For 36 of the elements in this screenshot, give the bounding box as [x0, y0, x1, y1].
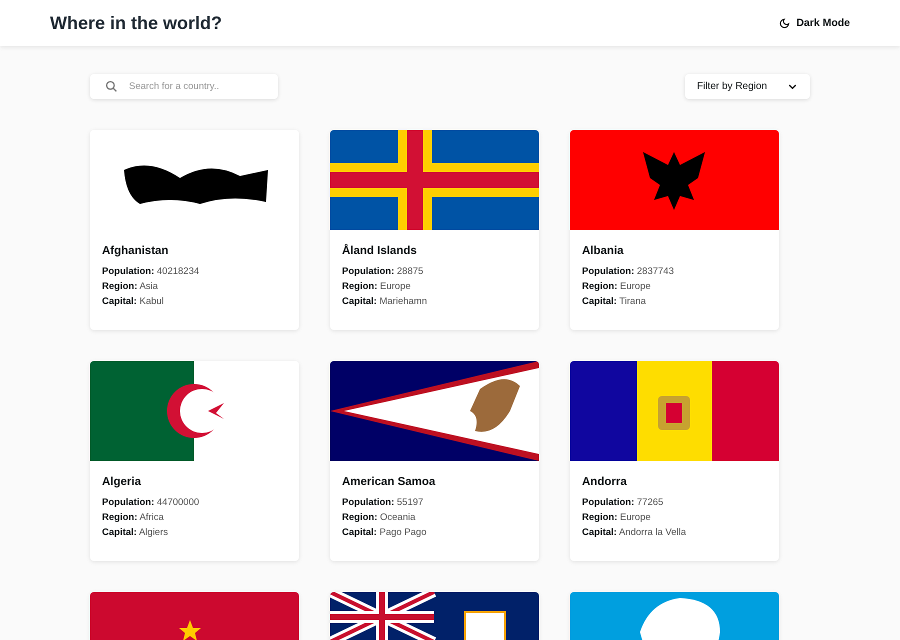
- country-card[interactable]: Andorra Population: 77265 Region: Europe Capital: Andorra la Vella: [570, 361, 779, 561]
- country-name: Algeria: [102, 476, 142, 488]
- country-detail: Population: 40218234: [102, 266, 200, 277]
- country-detail: Capital: Mariehamn: [342, 296, 428, 307]
- country-detail: Region: Oceania: [342, 512, 416, 523]
- country-detail: Capital: Tirana: [582, 296, 647, 307]
- country-card[interactable]: American Samoa Population: 55197 Region: Oceania Capital: Pago Pago: [330, 361, 539, 561]
- country-detail: Capital: Pago Pago: [342, 527, 428, 538]
- country-detail: Region: Europe: [582, 281, 652, 292]
- country-name: Åland Islands: [342, 245, 418, 257]
- country-name: Afghanistan: [102, 245, 170, 257]
- country-card[interactable]: Afghanistan Population: 40218234 Region: Asia Capital: Kabul: [90, 130, 299, 330]
- country-detail: Population: 28875: [342, 266, 424, 277]
- country-detail: Region: Asia: [102, 281, 159, 292]
- app-title: Where in the world?: [50, 12, 222, 34]
- dark-mode-toggle[interactable]: Dark Mode: [779, 15, 850, 31]
- country-name: Andorra: [582, 476, 628, 488]
- region-filter-dropdown[interactable]: Filter by Region: [685, 74, 810, 99]
- country-card[interactable]: Albania Population: 2837743 Region: Europe Capital: Tirana: [570, 130, 779, 330]
- country-name: Albania: [582, 245, 625, 257]
- country-detail: Population: 2837743: [582, 266, 675, 277]
- country-detail: Region: Africa: [102, 512, 165, 523]
- country-detail: Population: 55197: [342, 497, 424, 508]
- search-field[interactable]: Search for a country..: [90, 74, 278, 99]
- country-name: American Samoa: [342, 476, 436, 488]
- country-card[interactable]: Algeria Population: 44700000 Region: Africa Capital: Algiers: [90, 361, 299, 561]
- country-detail: Population: 77265: [582, 497, 664, 508]
- search-icon: [105, 80, 118, 93]
- country-detail: Region: Europe: [342, 281, 412, 292]
- country-detail: Capital: Algiers: [102, 527, 169, 538]
- country-detail: Population: 44700000: [102, 497, 200, 508]
- country-card[interactable]: Åland Islands Population: 28875 Region: Europe Capital: Mariehamn: [330, 130, 539, 330]
- country-detail: Capital: Andorra la Vella: [582, 527, 688, 538]
- country-detail: Capital: Kabul: [102, 296, 165, 307]
- moon-icon: [779, 18, 790, 28]
- country-detail: Region: Europe: [582, 512, 652, 523]
